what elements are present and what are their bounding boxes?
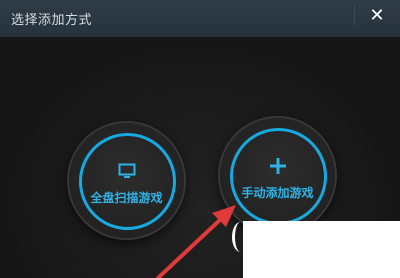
close-icon: ✕	[369, 5, 385, 26]
blank-overlay	[243, 221, 400, 278]
plus-icon	[269, 158, 286, 174]
add-method-dialog: 选择添加方式 ✕ 全盘扫描游戏 手动添加游戏	[0, 0, 400, 278]
dialog-title: 选择添加方式	[11, 13, 93, 28]
option-ring	[230, 128, 327, 225]
manual-add-button[interactable]: 手动添加游戏	[220, 118, 335, 233]
manual-add-label: 手动添加游戏	[241, 186, 314, 200]
full-disk-scan-label: 全盘扫描游戏	[90, 191, 163, 205]
monitor-icon	[118, 163, 135, 178]
option-ring	[79, 133, 176, 230]
close-button[interactable]: ✕	[354, 0, 400, 31]
dialog-titlebar: 选择添加方式 ✕	[0, 0, 400, 38]
full-disk-scan-button[interactable]: 全盘扫描游戏	[69, 123, 184, 238]
